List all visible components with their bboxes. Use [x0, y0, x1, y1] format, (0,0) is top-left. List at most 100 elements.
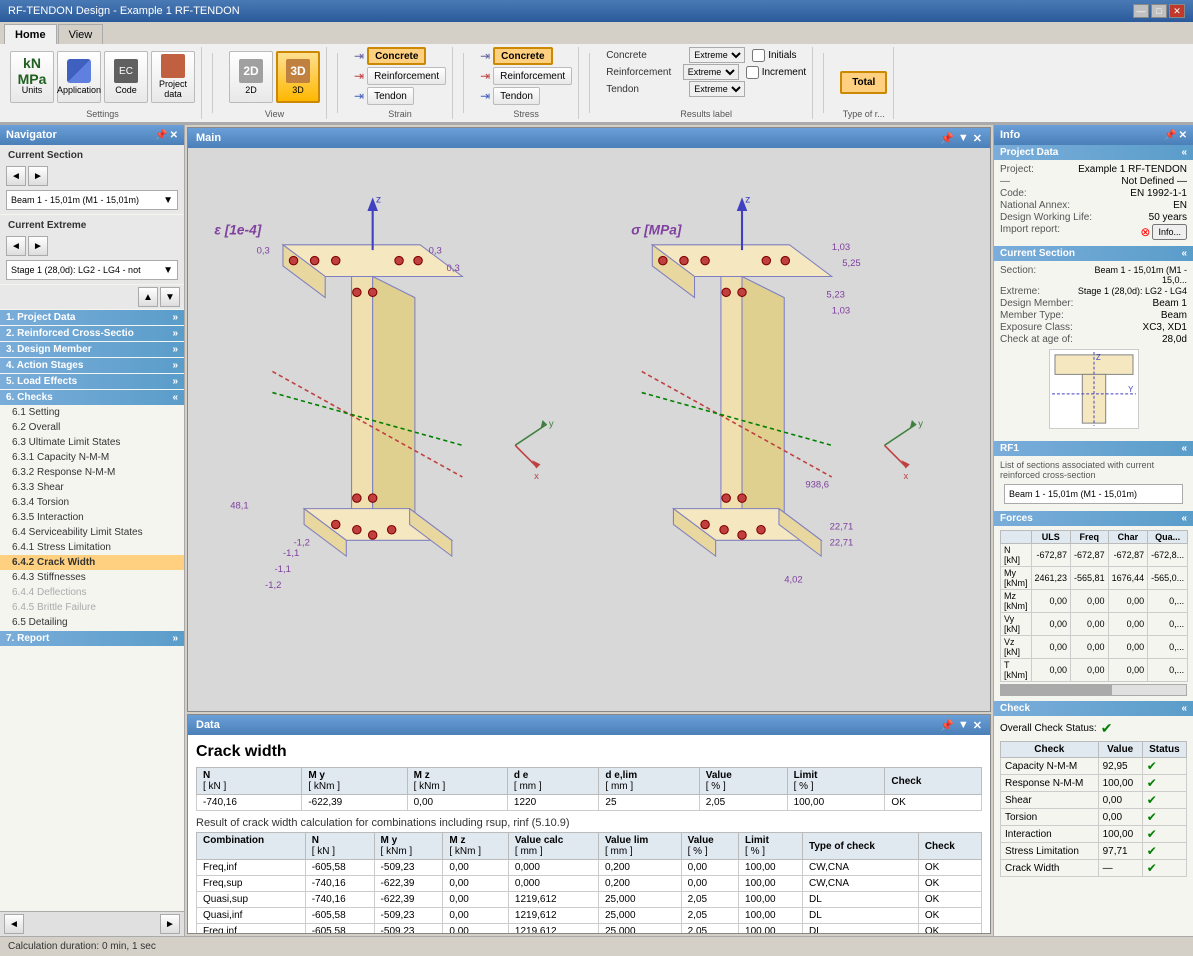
reinf-rl-select[interactable]: Extreme [683, 64, 739, 80]
close-button[interactable]: ✕ [1169, 4, 1185, 18]
initials-checkbox[interactable] [752, 49, 765, 62]
tendon-rl-select[interactable]: Extreme [689, 81, 745, 97]
info-rf1-header[interactable]: RF1 « [994, 441, 1193, 456]
section-prev-button[interactable]: ◄ [6, 166, 26, 186]
viewport-close-icon[interactable]: ✕ [973, 132, 982, 145]
nav-item-resp-nmm[interactable]: 6.3.2 Response N-M-M [0, 465, 184, 480]
info-section-project-header[interactable]: Project Data « [994, 145, 1193, 160]
stress-row3: ⇥ Tendon [480, 87, 540, 105]
info-pin-icon[interactable]: 📌 [1164, 130, 1176, 141]
cell-vallim: 25,000 [598, 892, 681, 908]
tendon-stress-button[interactable]: Tendon [493, 87, 540, 105]
nav-section-load-effects[interactable]: 5. Load Effects » [0, 374, 184, 389]
section-combo-arrow: ▼ [163, 195, 173, 206]
th-value: Value[ % ] [699, 768, 787, 795]
project-data-button[interactable]: Project data [151, 51, 195, 103]
info-close-icon[interactable]: ✕ [1179, 130, 1187, 141]
data-panel-close-icon[interactable]: ✕ [973, 719, 982, 732]
current-extreme-combo[interactable]: Stage 1 (28,0d): LG2 - LG4 - not ▼ [6, 260, 178, 280]
nav-section-reinf-cross[interactable]: 2. Reinforced Cross-Sectio » [0, 326, 184, 341]
nav-section-project-data[interactable]: 1. Project Data » [0, 310, 184, 325]
section-next-button[interactable]: ► [28, 166, 48, 186]
type-group-label: Type of r... [843, 107, 885, 119]
maximize-button[interactable]: □ [1151, 4, 1167, 18]
viewport-expand-icon[interactable]: ▼ [958, 132, 969, 145]
nav-item-stress-lim[interactable]: 6.4.1 Stress Limitation [0, 540, 184, 555]
nav-item-cap-nmm[interactable]: 6.3.1 Capacity N-M-M [0, 450, 184, 465]
nav-up-button[interactable]: ▲ [138, 287, 158, 307]
info-forces-header[interactable]: Forces « [994, 511, 1193, 526]
extreme-next-button[interactable]: ► [28, 236, 48, 256]
concrete-rl-select[interactable]: Extreme [689, 47, 745, 63]
nav-item-interaction[interactable]: 6.3.5 Interaction [0, 510, 184, 525]
info-row-check-age: Check at age of: 28,0d [1000, 334, 1187, 345]
table-row: Freq,inf -605,58 -509,23 0,00 1219,612 2… [197, 924, 982, 934]
nav-item-overall[interactable]: 6.2 Overall [0, 420, 184, 435]
ribbon-group-strain: ⇥ Concrete ⇥ Reinforcement ⇥ Tendon [348, 47, 453, 119]
reinf-strain-button[interactable]: Reinforcement [367, 67, 446, 85]
concrete-strain-button[interactable]: Concrete [367, 47, 426, 65]
sep1 [212, 53, 213, 113]
minimize-button[interactable]: — [1133, 4, 1149, 18]
info-cs-title: Current Section [1000, 248, 1075, 259]
tendon-strain-button[interactable]: Tendon [367, 87, 414, 105]
data-panel-pin-icon[interactable]: 📌 [940, 719, 954, 732]
th-check: Check [885, 768, 982, 795]
reinf-stress-button[interactable]: Reinforcement [493, 67, 572, 85]
total-button[interactable]: Total [840, 71, 887, 94]
sep2 [337, 53, 338, 113]
nav-section-action-stages[interactable]: 4. Action Stages » [0, 358, 184, 373]
2d-button[interactable]: 2D 2D [229, 51, 273, 103]
nav-section-checks[interactable]: 6. Checks « [0, 390, 184, 405]
application-button[interactable]: Application [57, 51, 101, 103]
nav-item-sls[interactable]: 6.4 Serviceability Limit States [0, 525, 184, 540]
results-row1: Concrete Extreme Initials [606, 47, 806, 63]
viewport-pin-icon[interactable]: 📌 [940, 132, 954, 145]
cell-my: -622,39 [374, 876, 443, 892]
concrete-stress-button[interactable]: Concrete [493, 47, 552, 65]
check-row-capnmm: Capacity N-M-M 92,95 ✔ [1001, 758, 1187, 775]
nav-item-detailing[interactable]: 6.5 Detailing [0, 615, 184, 630]
info-section-cs-header[interactable]: Current Section « [994, 246, 1193, 261]
nav-down-button[interactable]: ▼ [160, 287, 180, 307]
main-layout: Navigator 📌 ✕ Current Section ◄ ► Beam 1… [0, 125, 1193, 936]
rf1-beam-combo[interactable]: Beam 1 - 15,01m (M1 - 15,01m) [1004, 484, 1183, 504]
info-check-expand-icon: « [1181, 703, 1187, 714]
check-cell-shear-status: ✔ [1142, 792, 1186, 809]
nav-item-crack-width[interactable]: 6.4.2 Crack Width [0, 555, 184, 570]
nav-item-torsion[interactable]: 6.3.4 Torsion [0, 495, 184, 510]
forces-cell-t-qua: 0,... [1148, 659, 1188, 682]
tab-home[interactable]: Home [4, 24, 57, 44]
3d-button[interactable]: 3D 3D [276, 51, 320, 103]
reinf-rl-label: Reinforcement [606, 67, 680, 78]
code-button[interactable]: EC Code [104, 51, 148, 103]
units-button[interactable]: kNMPa Units [10, 51, 54, 103]
nav-section-report[interactable]: 7. Report » [0, 631, 184, 646]
current-section-combo[interactable]: Beam 1 - 15,01m (M1 - 15,01m) ▼ [6, 190, 178, 210]
cell-type: DL [802, 892, 918, 908]
tab-view[interactable]: View [58, 24, 104, 44]
data-panel-expand-icon[interactable]: ▼ [958, 719, 969, 732]
forces-cell-mz-label: Mz [kNm] [1001, 590, 1032, 613]
forces-cell-my-label: My [kNm] [1001, 567, 1032, 590]
info-button[interactable]: Info... [1152, 224, 1187, 240]
nav-item-brittle[interactable]: 6.4.5 Brittle Failure [0, 600, 184, 615]
nav-bottom-right[interactable]: ► [160, 914, 180, 934]
extreme-prev-button[interactable]: ◄ [6, 236, 26, 256]
increment-checkbox[interactable] [746, 66, 759, 79]
strain-group-content: ⇥ Concrete ⇥ Reinforcement ⇥ Tendon [354, 47, 446, 107]
info-check-header[interactable]: Check « [994, 701, 1193, 716]
nav-section-design-member[interactable]: 3. Design Member » [0, 342, 184, 357]
nav-close-icon[interactable]: ✕ [170, 130, 178, 141]
nav-item-deflections[interactable]: 6.4.4 Deflections [0, 585, 184, 600]
info-label-member-type: Member Type: [1000, 310, 1064, 321]
nav-item-setting[interactable]: 6.1 Setting [0, 405, 184, 420]
nav-item-stiffnesses[interactable]: 6.4.3 Stiffnesses [0, 570, 184, 585]
nav-item-shear[interactable]: 6.3.3 Shear [0, 480, 184, 495]
units-icon: kNMPa [20, 59, 44, 83]
nav-item-uls[interactable]: 6.3 Ultimate Limit States [0, 435, 184, 450]
forces-cell-vz-freq: 0,00 [1071, 636, 1109, 659]
nav-bottom-left[interactable]: ◄ [4, 914, 24, 934]
forces-scrollbar[interactable] [1000, 684, 1187, 696]
nav-pin-icon[interactable]: 📌 [155, 130, 167, 141]
